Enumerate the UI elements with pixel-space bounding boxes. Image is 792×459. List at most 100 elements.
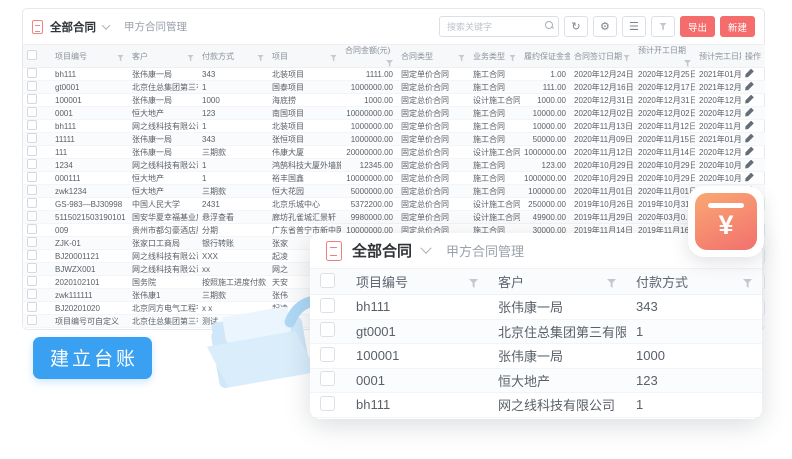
- row-checkbox[interactable]: [23, 237, 51, 250]
- row-checkbox[interactable]: [23, 250, 51, 263]
- row-checkbox[interactable]: [23, 276, 51, 289]
- cell-link[interactable]: 网之线科技有限公司: [128, 159, 198, 172]
- cell-link[interactable]: 北京乐城中心: [268, 198, 341, 211]
- cell-link[interactable]: bh111: [51, 68, 128, 81]
- cell-link[interactable]: 廊坊孔雀城汇景轩: [268, 211, 341, 224]
- cell-link[interactable]: GS-983—BJ30998: [51, 198, 128, 211]
- export-button[interactable]: 导出: [680, 16, 715, 37]
- row-checkbox[interactable]: [23, 172, 51, 185]
- filter-icon[interactable]: [607, 279, 616, 288]
- cell-link[interactable]: 恒大地产: [488, 368, 626, 393]
- cell-link[interactable]: ZJK-01: [51, 237, 128, 250]
- cell-link[interactable]: 1234: [51, 159, 128, 172]
- cell-link[interactable]: 海底捞: [268, 94, 341, 107]
- edit-icon[interactable]: [741, 94, 761, 107]
- edit-icon[interactable]: [741, 146, 761, 159]
- row-checkbox[interactable]: [23, 211, 51, 224]
- cell-link[interactable]: 北京同方电气工程有限公司: [128, 302, 198, 315]
- cell-link[interactable]: zwk111111: [51, 289, 128, 302]
- edit-icon[interactable]: [741, 172, 761, 185]
- gear-icon[interactable]: ⚙: [593, 16, 617, 37]
- filter-icon[interactable]: [743, 279, 752, 288]
- cell-link[interactable]: gt0001: [346, 319, 488, 344]
- chevron-down-icon[interactable]: [420, 242, 431, 253]
- row-checkbox[interactable]: [310, 344, 346, 369]
- row-checkbox[interactable]: [23, 224, 51, 237]
- cell-link[interactable]: 伟康大厦: [268, 146, 341, 159]
- cell-link[interactable]: 裕丰国鑫: [268, 172, 341, 185]
- cell-link[interactable]: 北京住总集团第三有限公司: [128, 81, 198, 94]
- cell-link[interactable]: BJ20001121: [51, 250, 128, 263]
- cell-link[interactable]: 5115021503190101: [51, 211, 128, 224]
- filter-icon[interactable]: [386, 60, 393, 67]
- cell-link[interactable]: 张伟康一局: [128, 146, 198, 159]
- search-icon[interactable]: [545, 21, 553, 29]
- cell-link[interactable]: BJ20201020: [51, 302, 128, 315]
- cell-link[interactable]: bh111: [346, 295, 488, 320]
- cell-link[interactable]: 网之线科技有限公司: [128, 250, 198, 263]
- cell-link[interactable]: 国务院: [128, 276, 198, 289]
- cell-link[interactable]: 张伟康一局: [488, 344, 626, 369]
- cell-link[interactable]: 100001: [346, 344, 488, 369]
- cell-link[interactable]: 0001: [346, 368, 488, 393]
- create-ledger-button[interactable]: 建立台账: [33, 337, 152, 379]
- row-checkbox[interactable]: [23, 159, 51, 172]
- cell-link[interactable]: 张伟康一局: [128, 68, 198, 81]
- cell-link[interactable]: 张家口工商局: [128, 237, 198, 250]
- cell-link[interactable]: 张伟康一局: [128, 133, 198, 146]
- filter-icon[interactable]: [257, 55, 264, 62]
- edit-icon[interactable]: [741, 120, 761, 133]
- cell-link[interactable]: 0001: [51, 107, 128, 120]
- cell-link[interactable]: 11111: [51, 133, 128, 146]
- cell-link[interactable]: 网之线科技有限公司: [128, 263, 198, 276]
- cell-link[interactable]: 111: [51, 146, 128, 159]
- cell-link[interactable]: bh111: [51, 120, 128, 133]
- select-all-checkbox[interactable]: [23, 45, 51, 68]
- cell-link[interactable]: 恒大地产: [128, 185, 198, 198]
- row-checkbox[interactable]: [310, 319, 346, 344]
- cell-link[interactable]: 张伟康一局: [488, 295, 626, 320]
- row-checkbox[interactable]: [23, 133, 51, 146]
- cell-link[interactable]: 国泰项目: [268, 81, 341, 94]
- filter-icon[interactable]: [458, 55, 465, 62]
- filter-icon[interactable]: [187, 55, 194, 62]
- cell-link[interactable]: 北京住总集团第三有限公司: [128, 315, 198, 328]
- cell-link[interactable]: 南国项目: [268, 107, 341, 120]
- row-checkbox[interactable]: [310, 393, 346, 418]
- menu-icon[interactable]: ☰: [622, 16, 646, 37]
- edit-icon[interactable]: [741, 107, 761, 120]
- cell-link[interactable]: 中国人民大学: [128, 198, 198, 211]
- cell-link[interactable]: 恒大地产: [128, 172, 198, 185]
- cell-link[interactable]: 国安华夏幸福基业房地产...: [128, 211, 198, 224]
- row-checkbox[interactable]: [23, 107, 51, 120]
- row-checkbox[interactable]: [23, 302, 51, 315]
- filter-icon[interactable]: [623, 55, 630, 62]
- cell-link[interactable]: 恒大地产: [128, 107, 198, 120]
- filter-icon[interactable]: [684, 60, 691, 67]
- row-checkbox[interactable]: [310, 368, 346, 393]
- cell-link[interactable]: 2020102101: [51, 276, 128, 289]
- cell-link[interactable]: 100001: [51, 94, 128, 107]
- filter-icon[interactable]: [509, 55, 516, 62]
- cell-link[interactable]: 北京住总集团第三有限公司: [488, 319, 626, 344]
- edit-icon[interactable]: [741, 81, 761, 94]
- row-checkbox[interactable]: [23, 263, 51, 276]
- cell-link[interactable]: zwk1234: [51, 185, 128, 198]
- cell-link[interactable]: 000111: [51, 172, 128, 185]
- refresh-icon[interactable]: ↻: [564, 16, 588, 37]
- cell-link[interactable]: 鸿鹄科技大厦外墙施工项目: [268, 159, 341, 172]
- edit-icon[interactable]: [741, 159, 761, 172]
- cell-link[interactable]: 009: [51, 224, 128, 237]
- row-checkbox[interactable]: [23, 198, 51, 211]
- search-input[interactable]: [439, 16, 559, 37]
- select-all-checkbox[interactable]: [310, 269, 346, 295]
- new-button[interactable]: 新建: [720, 16, 755, 37]
- cell-link[interactable]: 张恒项目: [268, 133, 341, 146]
- cell-link[interactable]: 恒大花园: [268, 185, 341, 198]
- cell-link[interactable]: 北装项目: [268, 120, 341, 133]
- cell-link[interactable]: BJWZX001: [51, 263, 128, 276]
- cell-link[interactable]: 张伟康一局: [128, 94, 198, 107]
- cell-link[interactable]: 项目编号可自定义: [51, 315, 128, 328]
- row-checkbox[interactable]: [23, 289, 51, 302]
- cell-link[interactable]: 贵州市都匀豪酒店服务有...: [128, 224, 198, 237]
